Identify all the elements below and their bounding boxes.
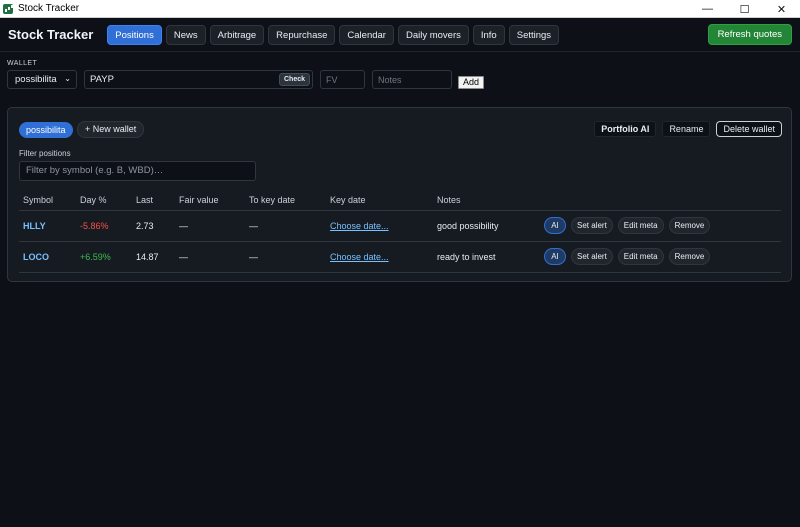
- fair-value-cell: —: [175, 210, 245, 242]
- symbol-cell[interactable]: LOCO: [19, 241, 76, 273]
- close-icon[interactable]: ✕: [763, 0, 800, 18]
- refresh-quotes-button[interactable]: Refresh quotes: [707, 24, 792, 45]
- symbol-input[interactable]: PAYP Check: [84, 70, 313, 89]
- app-brand: Stock Tracker: [8, 27, 94, 42]
- chevron-down-icon: ⌄: [64, 74, 71, 83]
- window-titlebar: Stock Tracker — ☐ ✕: [0, 0, 800, 18]
- wallet-actions: Portfolio AI Rename Delete wallet: [594, 121, 782, 137]
- column-header: [540, 190, 781, 211]
- column-header[interactable]: To key date: [245, 190, 326, 211]
- choose-date-link[interactable]: Choose date...: [330, 221, 389, 231]
- tab-calendar[interactable]: Calendar: [339, 24, 394, 45]
- column-header[interactable]: Last: [132, 190, 175, 211]
- new-wallet-button[interactable]: + New wallet: [77, 121, 145, 138]
- tab-positions[interactable]: Positions: [107, 24, 162, 45]
- set-alert-button[interactable]: Set alert: [571, 217, 613, 234]
- symbol-cell[interactable]: HLLY: [19, 210, 76, 242]
- tab-arbitrage[interactable]: Arbitrage: [209, 24, 265, 45]
- rename-button[interactable]: Rename: [662, 121, 711, 137]
- main-nav: Positions News Arbitrage Repurchase Cale…: [107, 24, 560, 45]
- portfolio-ai-button[interactable]: Portfolio AI: [594, 121, 657, 137]
- table-row: LOCO +6.59% 14.87 — — Choose date... rea…: [19, 241, 781, 273]
- window-controls: — ☐ ✕: [689, 0, 800, 17]
- tab-news[interactable]: News: [165, 24, 206, 45]
- delete-wallet-button[interactable]: Delete wallet: [716, 121, 782, 137]
- add-button[interactable]: Add: [458, 76, 485, 89]
- positions-panel: possibilita + New wallet Portfolio AI Re…: [7, 107, 792, 282]
- minimize-icon[interactable]: —: [689, 0, 726, 18]
- wallet-select[interactable]: possibilita ⌄: [7, 70, 77, 89]
- row-actions-cell: AI Set alert Edit meta Remove: [540, 210, 781, 242]
- column-header[interactable]: Key date: [326, 190, 433, 211]
- fair-value-cell: —: [175, 241, 245, 273]
- app-header: Stock Tracker Positions News Arbitrage R…: [0, 18, 800, 52]
- wallet-chip-active[interactable]: possibilita: [19, 122, 73, 138]
- to-key-date-cell: —: [245, 241, 326, 273]
- last-cell: 2.73: [132, 210, 175, 242]
- choose-date-link[interactable]: Choose date...: [330, 252, 389, 262]
- wallet-select-value: possibilita: [15, 74, 57, 85]
- ai-button[interactable]: AI: [544, 248, 566, 265]
- notes-cell[interactable]: ready to invest: [433, 241, 540, 273]
- table-header-row: Symbol Day % Last Fair value To key date…: [19, 190, 781, 211]
- row-actions: AI Set alert Edit meta Remove: [544, 248, 781, 265]
- maximize-icon[interactable]: ☐: [726, 0, 763, 18]
- column-header[interactable]: Symbol: [19, 190, 76, 211]
- tab-settings[interactable]: Settings: [508, 24, 560, 45]
- wallet-row: possibilita ⌄ PAYP Check FV Notes Add: [7, 70, 485, 89]
- day-pct-cell: +6.59%: [76, 241, 132, 273]
- notes-cell[interactable]: good possibility: [433, 210, 540, 242]
- filter-input[interactable]: Filter by symbol (e.g. B, WBD)…: [19, 161, 256, 181]
- last-cell: 14.87: [132, 241, 175, 273]
- check-button[interactable]: Check: [278, 73, 310, 86]
- key-date-cell: Choose date...: [326, 210, 433, 242]
- filter-label: Filter positions: [19, 149, 71, 158]
- fv-input[interactable]: FV: [320, 70, 365, 89]
- notes-input[interactable]: Notes: [372, 70, 452, 89]
- edit-meta-button[interactable]: Edit meta: [617, 248, 664, 265]
- positions-table: Symbol Day % Last Fair value To key date…: [19, 190, 781, 273]
- day-pct-cell: -5.86%: [76, 210, 132, 242]
- remove-button[interactable]: Remove: [668, 248, 711, 265]
- tab-repurchase[interactable]: Repurchase: [268, 24, 336, 45]
- column-header[interactable]: Day %: [76, 190, 132, 211]
- column-header[interactable]: Notes: [433, 190, 540, 211]
- row-actions: AI Set alert Edit meta Remove: [544, 217, 781, 234]
- row-actions-cell: AI Set alert Edit meta Remove: [540, 241, 781, 273]
- remove-button[interactable]: Remove: [668, 217, 711, 234]
- wallet-label: WALLET: [7, 60, 38, 67]
- ai-button[interactable]: AI: [544, 217, 566, 234]
- app-chart-icon: [3, 3, 13, 14]
- symbol-input-value: PAYP: [90, 74, 114, 85]
- tab-info[interactable]: Info: [472, 24, 505, 45]
- table-row: HLLY -5.86% 2.73 — — Choose date... good…: [19, 210, 781, 242]
- window-title: Stock Tracker: [18, 3, 80, 14]
- key-date-cell: Choose date...: [326, 241, 433, 273]
- tab-daily-movers[interactable]: Daily movers: [397, 24, 469, 45]
- set-alert-button[interactable]: Set alert: [571, 248, 613, 265]
- to-key-date-cell: —: [245, 210, 326, 242]
- column-header[interactable]: Fair value: [175, 190, 245, 211]
- edit-meta-button[interactable]: Edit meta: [617, 217, 664, 234]
